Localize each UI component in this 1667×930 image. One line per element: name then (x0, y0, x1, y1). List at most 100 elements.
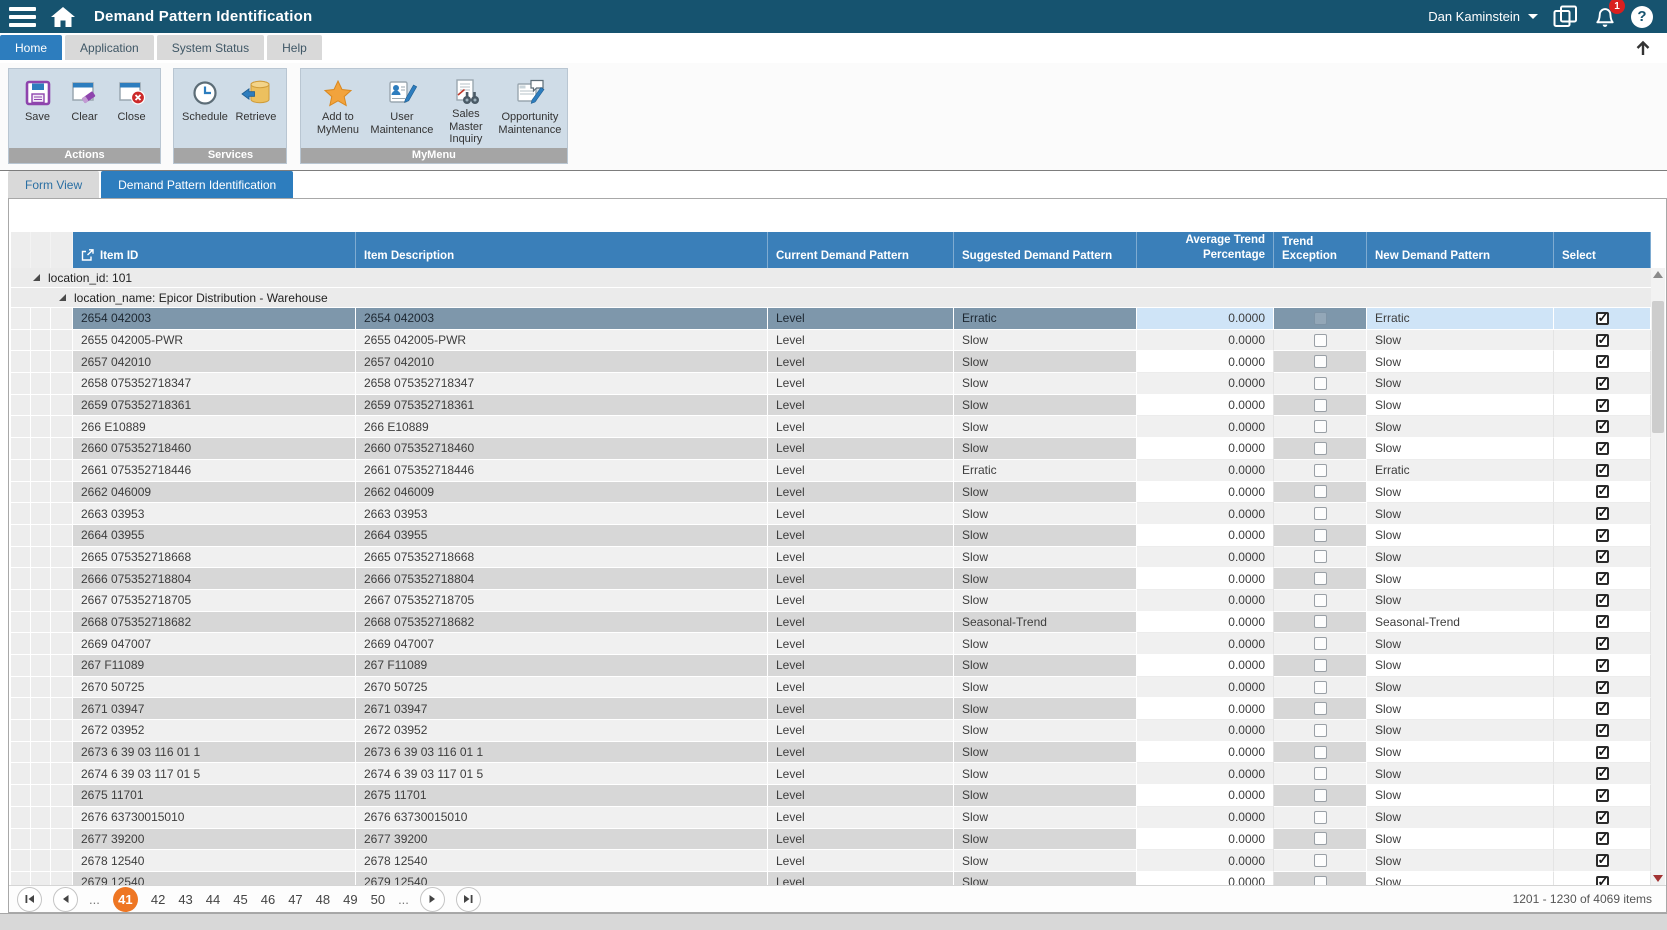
cell-trend-exception[interactable] (1274, 373, 1367, 395)
table-row[interactable]: 2670 507252670 50725LevelSlow0.0000Slow (11, 677, 1651, 699)
cell-select[interactable] (1554, 742, 1651, 764)
collapse-ribbon-icon[interactable] (1635, 39, 1651, 62)
header-new-demand-pattern[interactable]: New Demand Pattern (1367, 232, 1554, 268)
select-checkbox[interactable] (1596, 399, 1609, 412)
cell-select[interactable] (1554, 633, 1651, 655)
select-checkbox[interactable] (1596, 594, 1609, 607)
select-checkbox[interactable] (1596, 767, 1609, 780)
last-page-button[interactable] (456, 887, 481, 912)
header-item-id[interactable]: Item ID (73, 232, 356, 268)
trend-exception-checkbox[interactable] (1314, 594, 1327, 607)
page-number-button[interactable]: 44 (206, 892, 220, 907)
cell-select[interactable] (1554, 438, 1651, 460)
cell-trend-exception[interactable] (1274, 590, 1367, 612)
cell-trend-exception[interactable] (1274, 677, 1367, 699)
table-row[interactable]: 2667 0753527187052667 075352718705LevelS… (11, 590, 1651, 612)
cell-select[interactable] (1554, 308, 1651, 330)
page-number-button[interactable]: 42 (151, 892, 165, 907)
cell-select[interactable] (1554, 807, 1651, 829)
select-checkbox[interactable] (1596, 659, 1609, 672)
cell-select[interactable] (1554, 829, 1651, 851)
select-checkbox[interactable] (1596, 485, 1609, 498)
home-icon[interactable] (50, 6, 76, 28)
schedule-button[interactable]: Schedule (180, 73, 229, 146)
select-checkbox[interactable] (1596, 811, 1609, 824)
cell-trend-exception[interactable] (1274, 308, 1367, 330)
select-checkbox[interactable] (1596, 724, 1609, 737)
tab-home[interactable]: Home (0, 35, 62, 60)
cell-trend-exception[interactable] (1274, 503, 1367, 525)
cell-select[interactable] (1554, 503, 1651, 525)
hamburger-menu-icon[interactable] (9, 7, 36, 27)
select-checkbox[interactable] (1596, 789, 1609, 802)
cell-select[interactable] (1554, 763, 1651, 785)
select-checkbox[interactable] (1596, 529, 1609, 542)
select-checkbox[interactable] (1596, 507, 1609, 520)
trend-exception-checkbox[interactable] (1314, 637, 1327, 650)
tab-form-view[interactable]: Form View (8, 171, 99, 198)
table-row[interactable]: 2676 637300150102676 63730015010LevelSlo… (11, 807, 1651, 829)
help-icon[interactable]: ? (1631, 6, 1653, 28)
cell-trend-exception[interactable] (1274, 742, 1367, 764)
trend-exception-checkbox[interactable] (1314, 355, 1327, 368)
cell-select[interactable] (1554, 416, 1651, 438)
cell-select[interactable] (1554, 850, 1651, 872)
notifications-bell-icon[interactable]: 1 (1593, 4, 1617, 29)
save-button[interactable]: Save (15, 73, 60, 146)
tab-help[interactable]: Help (267, 35, 322, 60)
table-row[interactable]: 2657 0420102657 042010LevelSlow0.0000Slo… (11, 351, 1651, 373)
table-row[interactable]: 2672 039522672 03952LevelSlow0.0000Slow (11, 720, 1651, 742)
collapse-triangle-icon[interactable] (33, 274, 40, 281)
trend-exception-checkbox[interactable] (1314, 507, 1327, 520)
trend-exception-checkbox[interactable] (1314, 681, 1327, 694)
cell-select[interactable] (1554, 677, 1651, 699)
scroll-up-icon[interactable] (1653, 271, 1663, 278)
cell-trend-exception[interactable] (1274, 785, 1367, 807)
cell-trend-exception[interactable] (1274, 525, 1367, 547)
table-row[interactable]: 2664 039552664 03955LevelSlow0.0000Slow (11, 525, 1651, 547)
collapse-triangle-icon[interactable] (59, 294, 66, 301)
header-select[interactable]: Select (1554, 232, 1651, 268)
header-current-demand-pattern[interactable]: Current Demand Pattern (768, 232, 954, 268)
cell-trend-exception[interactable] (1274, 612, 1367, 634)
table-row[interactable]: 2659 0753527183612659 075352718361LevelS… (11, 395, 1651, 417)
cell-trend-exception[interactable] (1274, 438, 1367, 460)
cell-select[interactable] (1554, 612, 1651, 634)
cell-trend-exception[interactable] (1274, 547, 1367, 569)
trend-exception-checkbox[interactable] (1314, 789, 1327, 802)
table-row[interactable]: 2655 042005-PWR2655 042005-PWRLevelSlow0… (11, 330, 1651, 352)
table-row[interactable]: 2661 0753527184462661 075352718446LevelE… (11, 460, 1651, 482)
table-row[interactable]: 2675 117012675 11701LevelSlow0.0000Slow (11, 785, 1651, 807)
page-number-button[interactable]: 45 (233, 892, 247, 907)
cell-select[interactable] (1554, 872, 1651, 885)
page-number-button[interactable]: 43 (178, 892, 192, 907)
retrieve-button[interactable]: Retrieve (231, 73, 280, 146)
table-row[interactable]: 2666 0753527188042666 075352718804LevelS… (11, 568, 1651, 590)
trend-exception-checkbox[interactable] (1314, 854, 1327, 867)
scroll-down-icon[interactable] (1653, 875, 1663, 882)
trend-exception-checkbox[interactable] (1314, 529, 1327, 542)
clear-button[interactable]: Clear (62, 73, 107, 146)
user-menu[interactable]: Dan Kaminstein (1428, 9, 1538, 24)
trend-exception-checkbox[interactable] (1314, 724, 1327, 737)
trend-exception-checkbox[interactable] (1314, 312, 1327, 325)
select-checkbox[interactable] (1596, 334, 1609, 347)
tab-system-status[interactable]: System Status (157, 35, 264, 60)
cell-select[interactable] (1554, 785, 1651, 807)
select-checkbox[interactable] (1596, 702, 1609, 715)
windows-icon[interactable] (1552, 4, 1579, 29)
table-row[interactable]: 266 E10889266 E10889LevelSlow0.0000Slow (11, 416, 1651, 438)
cell-trend-exception[interactable] (1274, 850, 1367, 872)
trend-exception-checkbox[interactable] (1314, 399, 1327, 412)
select-checkbox[interactable] (1596, 876, 1609, 885)
page-number-button[interactable]: 46 (261, 892, 275, 907)
cell-trend-exception[interactable] (1274, 698, 1367, 720)
page-number-button[interactable]: 49 (343, 892, 357, 907)
trend-exception-checkbox[interactable] (1314, 464, 1327, 477)
cell-select[interactable] (1554, 568, 1651, 590)
table-row[interactable]: 2665 0753527186682665 075352718668LevelS… (11, 547, 1651, 569)
cell-trend-exception[interactable] (1274, 720, 1367, 742)
tab-demand-pattern-identification[interactable]: Demand Pattern Identification (101, 171, 293, 198)
cell-select[interactable] (1554, 460, 1651, 482)
cell-select[interactable] (1554, 698, 1651, 720)
